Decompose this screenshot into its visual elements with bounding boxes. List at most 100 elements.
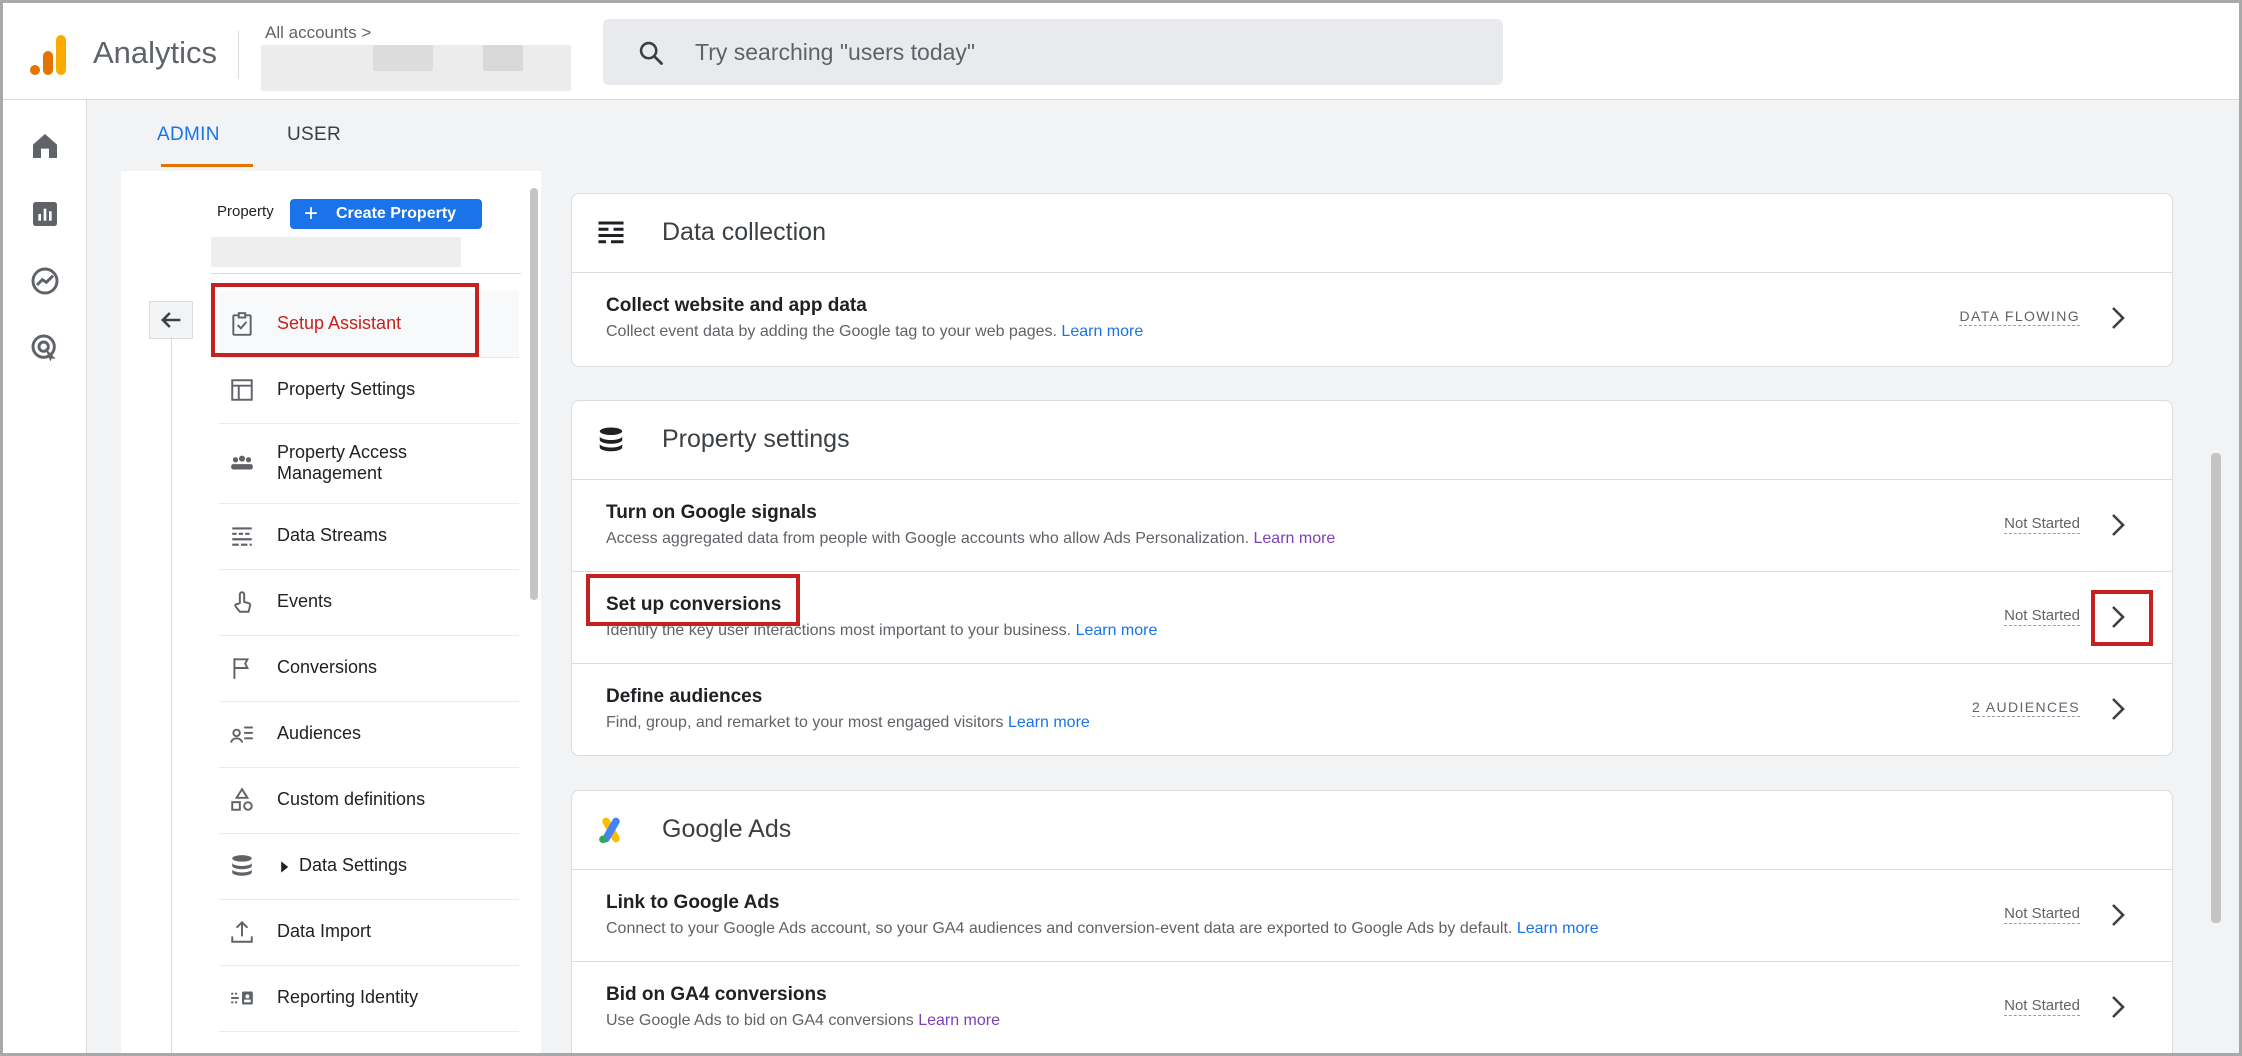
- data-collection-card: Data collection Collect website and app …: [571, 193, 2173, 367]
- card-title: Google Ads: [662, 815, 792, 843]
- database-icon: [232, 855, 252, 876]
- active-tab-indicator: [161, 164, 253, 167]
- nav-label: Property Access Management: [277, 442, 408, 483]
- learn-more-link[interactable]: Learn more: [918, 1012, 1000, 1029]
- row-description: Access aggregated data from people with …: [606, 530, 1335, 548]
- card-header: Property settings: [572, 401, 2172, 480]
- data-collection-icon: [598, 221, 624, 244]
- setup-row-conversions[interactable]: Set up conversions Identify the key user…: [572, 572, 2172, 664]
- nav-label: Reporting Identity: [277, 987, 419, 1007]
- nav-item-custom-definitions[interactable]: Custom definitions: [219, 767, 519, 834]
- row-description: Find, group, and remarket to your most e…: [606, 714, 1090, 732]
- setup-row-google-signals[interactable]: Turn on Google signals Access aggregated…: [572, 480, 2172, 572]
- nav-item-property-access[interactable]: Property Access Management: [219, 423, 519, 504]
- learn-more-link[interactable]: Learn more: [1517, 920, 1599, 937]
- touch-icon: [234, 591, 252, 613]
- setup-row-collect-data[interactable]: Collect website and app data Collect eve…: [572, 273, 2172, 364]
- learn-more-link[interactable]: Learn more: [1061, 323, 1143, 340]
- status-badge: Not Started: [2004, 905, 2080, 924]
- audience-icon: [230, 726, 253, 743]
- learn-more-link[interactable]: Learn more: [1008, 714, 1090, 731]
- redacted-account: [373, 45, 433, 71]
- redacted-account: [483, 45, 523, 71]
- nav-item-data-import[interactable]: Data Import: [219, 899, 519, 966]
- row-description: Connect to your Google Ads account, so y…: [606, 920, 1599, 938]
- row-description-text: Connect to your Google Ads account, so y…: [606, 920, 1513, 937]
- flag-icon: [233, 658, 249, 679]
- admin-tabs: ADMIN USER: [87, 100, 2239, 168]
- nav-item-data-settings[interactable]: Data Settings: [219, 833, 519, 900]
- nav-label: Custom definitions: [277, 789, 426, 809]
- learn-more-link[interactable]: Learn more: [1254, 530, 1336, 547]
- nav-item-audiences[interactable]: Audiences: [219, 701, 519, 768]
- chevron-right-icon[interactable]: [2106, 900, 2130, 930]
- redacted-property: [211, 237, 461, 267]
- setup-row-audiences[interactable]: Define audiences Find, group, and remark…: [572, 664, 2172, 755]
- analytics-logo-icon[interactable]: [29, 33, 69, 77]
- nav-item-data-streams[interactable]: Data Streams: [219, 503, 519, 570]
- explore-icon[interactable]: [29, 265, 61, 297]
- setup-row-bid-conversions[interactable]: Bid on GA4 conversions Use Google Ads to…: [572, 962, 2172, 1053]
- row-description-text: Access aggregated data from people with …: [606, 530, 1250, 547]
- settings-layout-icon: [231, 379, 253, 401]
- highlight-conversions-chevron: [2091, 590, 2153, 646]
- database-icon: [599, 427, 623, 452]
- row-description-text: Find, group, and remarket to your most e…: [606, 714, 1004, 731]
- app-frame: Analytics All accounts > Try searching "…: [0, 0, 2242, 1056]
- caret-right-icon[interactable]: [277, 860, 291, 874]
- row-title: Link to Google Ads: [606, 892, 780, 913]
- status-badge: Not Started: [2004, 997, 2080, 1016]
- nav-label: Data Streams: [277, 525, 388, 545]
- upload-icon: [231, 920, 253, 943]
- app-title: Analytics: [93, 35, 218, 70]
- chevron-right-icon[interactable]: [2106, 992, 2130, 1022]
- arrow-back-icon: [161, 312, 181, 328]
- nav-label: Events: [277, 591, 333, 611]
- highlight-set-up-conversions: [586, 574, 800, 626]
- chevron-right-icon[interactable]: [2106, 694, 2130, 724]
- google-ads-icon: [599, 817, 620, 844]
- row-description: Collect event data by adding the Google …: [606, 323, 1143, 341]
- breadcrumb[interactable]: All accounts >: [265, 23, 371, 43]
- google-ads-card: Google Ads Link to Google Ads Connect to…: [571, 790, 2173, 1053]
- tab-admin[interactable]: ADMIN: [157, 124, 220, 146]
- nav-item-conversions[interactable]: Conversions: [219, 635, 519, 702]
- learn-more-link[interactable]: Learn more: [1076, 622, 1158, 639]
- people-icon: [231, 455, 253, 470]
- left-rail: [3, 100, 87, 1053]
- search-bar[interactable]: Try searching "users today": [603, 19, 1503, 85]
- status-badge: Not Started: [2004, 515, 2080, 534]
- nav-item-property-settings[interactable]: Property Settings: [219, 357, 519, 424]
- main-scrollbar[interactable]: [2211, 453, 2221, 923]
- create-property-button[interactable]: + Create Property: [290, 199, 482, 229]
- column-scrollbar[interactable]: [530, 188, 538, 600]
- nav-item-events[interactable]: Events: [219, 569, 519, 636]
- tab-user[interactable]: USER: [287, 124, 341, 146]
- row-title: Define audiences: [606, 686, 763, 707]
- row-description-text: Collect event data by adding the Google …: [606, 323, 1057, 340]
- search-input[interactable]: Try searching "users today": [695, 39, 975, 66]
- status-badge: 2 AUDIENCES: [1972, 699, 2080, 717]
- setup-row-link-google-ads[interactable]: Link to Google Ads Connect to your Googl…: [572, 870, 2172, 962]
- card-title: Property settings: [662, 425, 850, 453]
- reports-icon[interactable]: [29, 198, 61, 230]
- status-badge: DATA FLOWING: [1959, 308, 2080, 326]
- property-label: Property: [217, 203, 274, 220]
- search-icon: [639, 41, 663, 65]
- highlight-setup-assistant: [211, 283, 479, 357]
- row-description-text: Use Google Ads to bid on GA4 conversions: [606, 1012, 914, 1029]
- divider: [238, 31, 239, 79]
- chevron-right-icon[interactable]: [2106, 303, 2130, 333]
- row-title: Collect website and app data: [606, 295, 867, 316]
- create-property-label: Create Property: [336, 205, 457, 222]
- nav-label: Data Settings: [299, 855, 408, 875]
- chevron-right-icon[interactable]: [2106, 510, 2130, 540]
- card-header: Google Ads: [572, 791, 2172, 870]
- back-button[interactable]: [149, 301, 193, 339]
- nav-label: Property Settings: [277, 379, 416, 399]
- property-settings-card: Property settings Turn on Google signals…: [571, 400, 2173, 756]
- row-title: Bid on GA4 conversions: [606, 984, 827, 1005]
- home-icon[interactable]: [29, 130, 61, 162]
- nav-item-reporting-identity[interactable]: Reporting Identity: [219, 965, 519, 1032]
- advertising-icon[interactable]: [29, 332, 61, 364]
